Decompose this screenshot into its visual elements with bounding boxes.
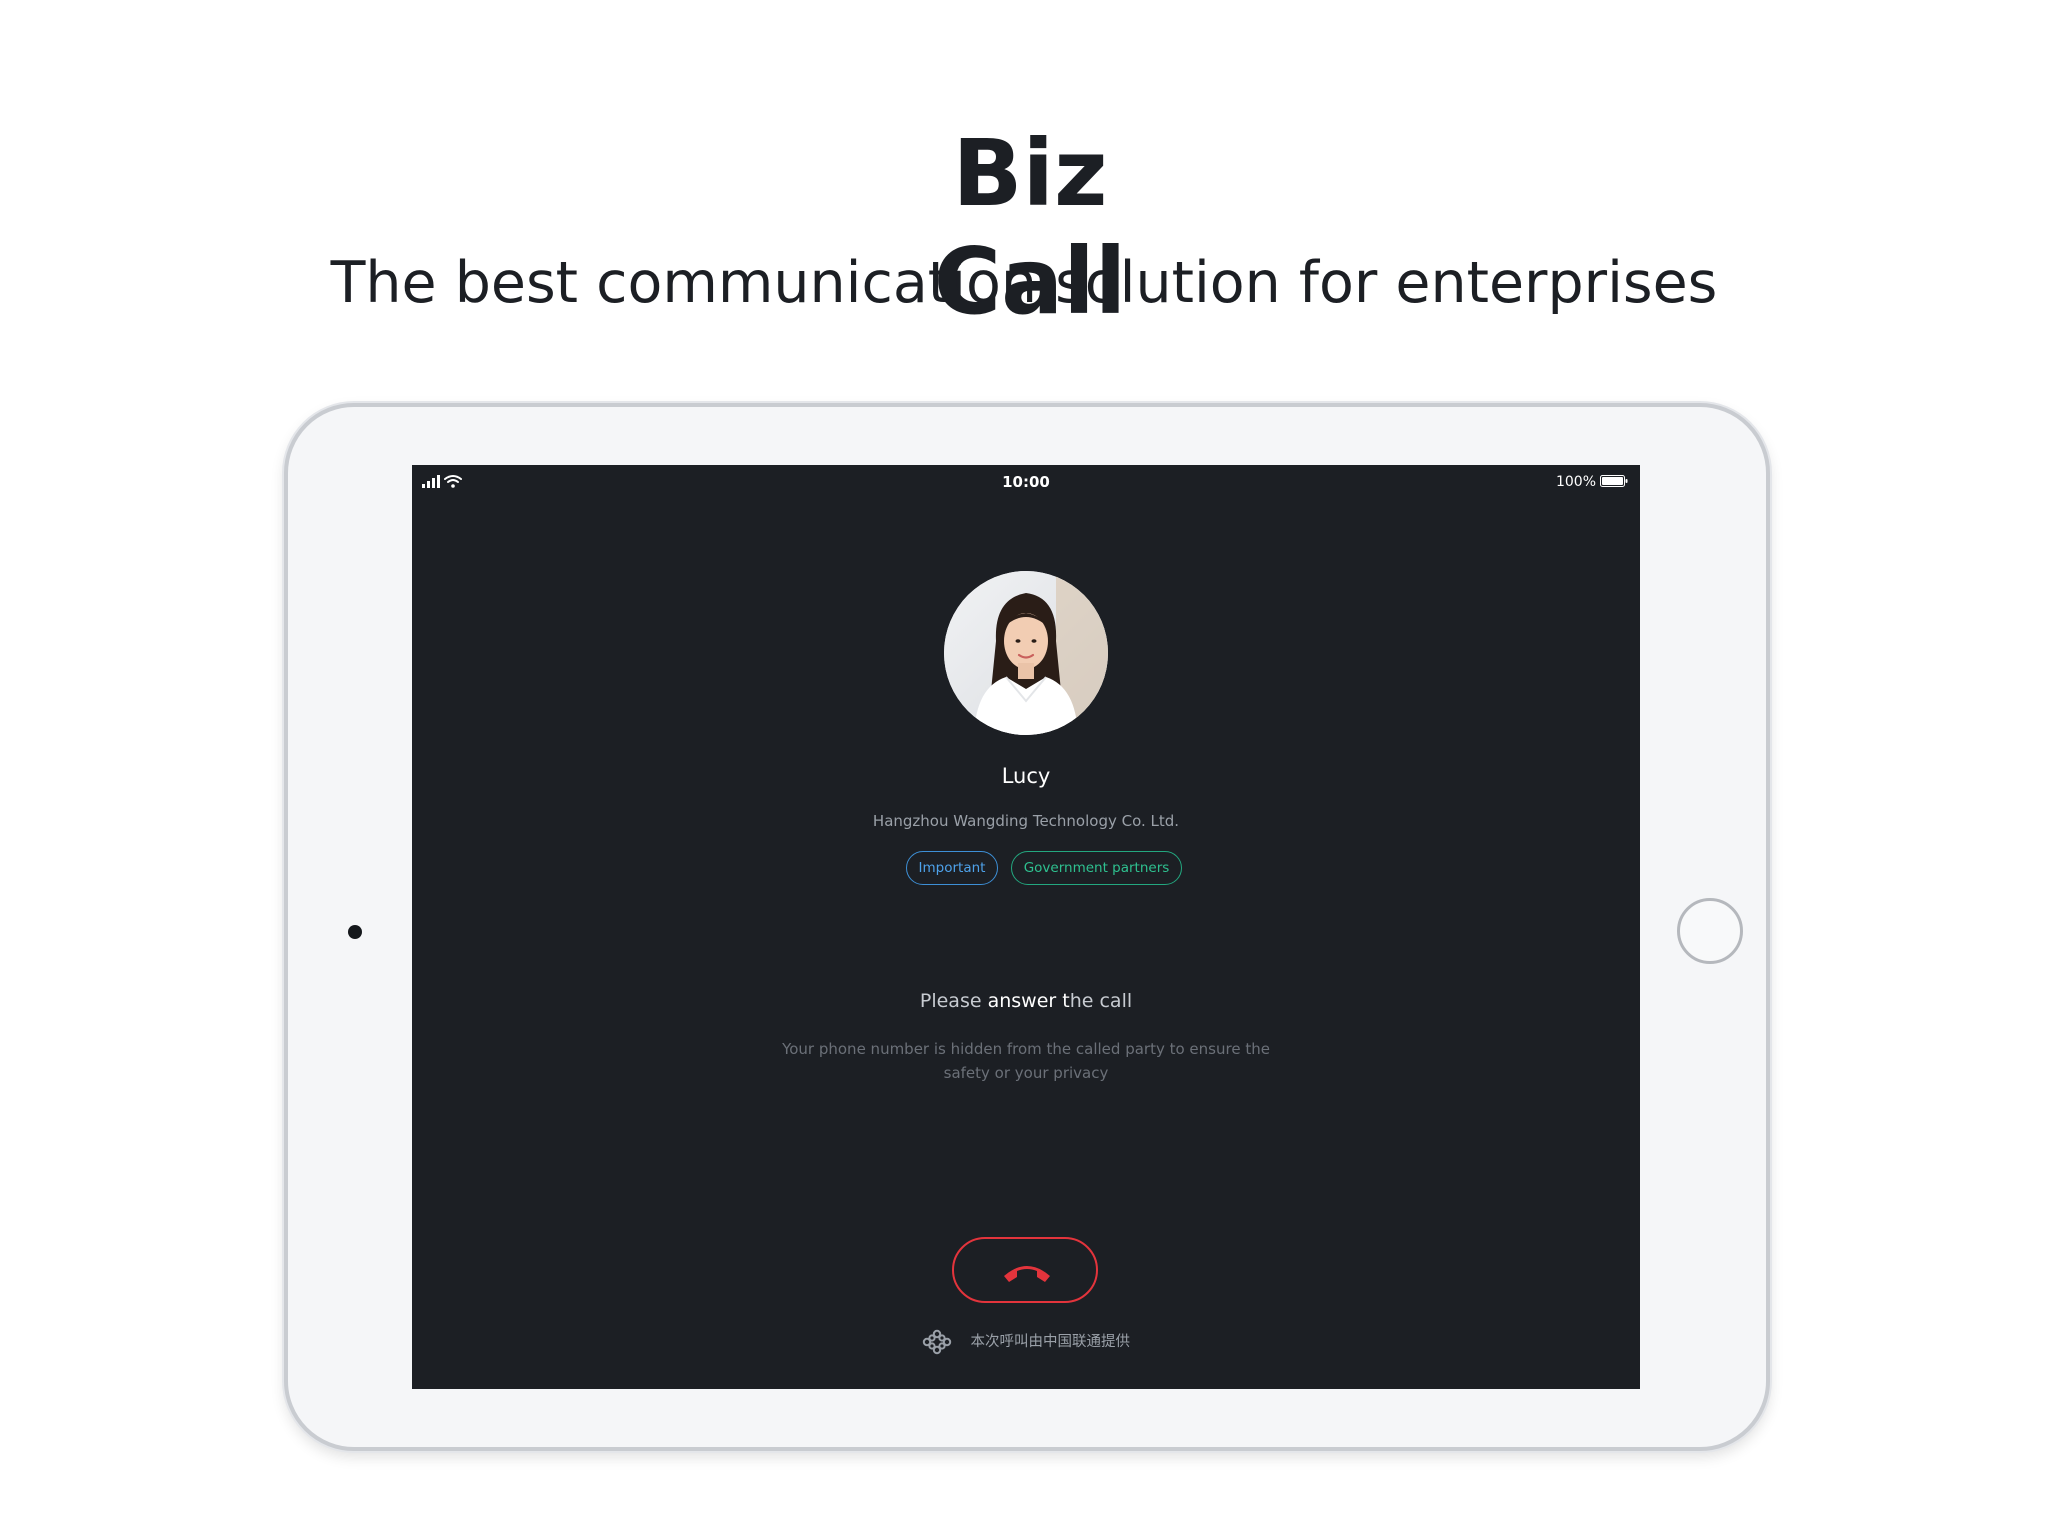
tag-important: Important bbox=[906, 851, 998, 885]
call-prompt: Please answer the call bbox=[412, 988, 1640, 1014]
privacy-note: Your phone number is hidden from the cal… bbox=[782, 1040, 1270, 1082]
caller-company: Hangzhou Wangding Technology Co. Ltd. bbox=[872, 812, 1180, 830]
promo-title: Biz Call bbox=[930, 120, 1130, 336]
tag-government-partners: Government partners bbox=[1011, 851, 1182, 885]
caller-name: Lucy bbox=[1001, 764, 1051, 788]
promo-title-line-2: Call bbox=[933, 228, 1127, 335]
front-camera-icon bbox=[348, 925, 362, 939]
hang-up-button[interactable] bbox=[952, 1237, 1098, 1303]
home-button[interactable] bbox=[1677, 898, 1743, 964]
person-photo-icon bbox=[944, 571, 1108, 735]
call-prompt-part-2: he call bbox=[1069, 990, 1133, 1012]
battery-percentage: 100% bbox=[1555, 474, 1596, 490]
caller-avatar bbox=[944, 571, 1108, 735]
promo-title-line-1: Biz bbox=[952, 120, 1108, 227]
call-prompt-part-1: Please bbox=[919, 990, 988, 1012]
status-time: 10:00 bbox=[1002, 473, 1050, 491]
battery-icon bbox=[1600, 475, 1628, 487]
carrier-text: 本次呼叫由中国联通提供 bbox=[970, 1334, 1131, 1350]
china-unicom-logo-icon bbox=[922, 1329, 952, 1355]
incoming-call-screen: 10:00 100% Lucy Hangzhou Wangding Techno… bbox=[412, 465, 1640, 1389]
carrier-footer: 本次呼叫由中国联通提供 bbox=[412, 1329, 1640, 1355]
status-bar: 10:00 100% bbox=[412, 465, 1640, 499]
app-store-screenshot: Biz Call The best communication solution… bbox=[0, 0, 2048, 1536]
hang-up-icon bbox=[1004, 1266, 1050, 1282]
call-prompt-emphasis: answer t bbox=[987, 990, 1070, 1012]
